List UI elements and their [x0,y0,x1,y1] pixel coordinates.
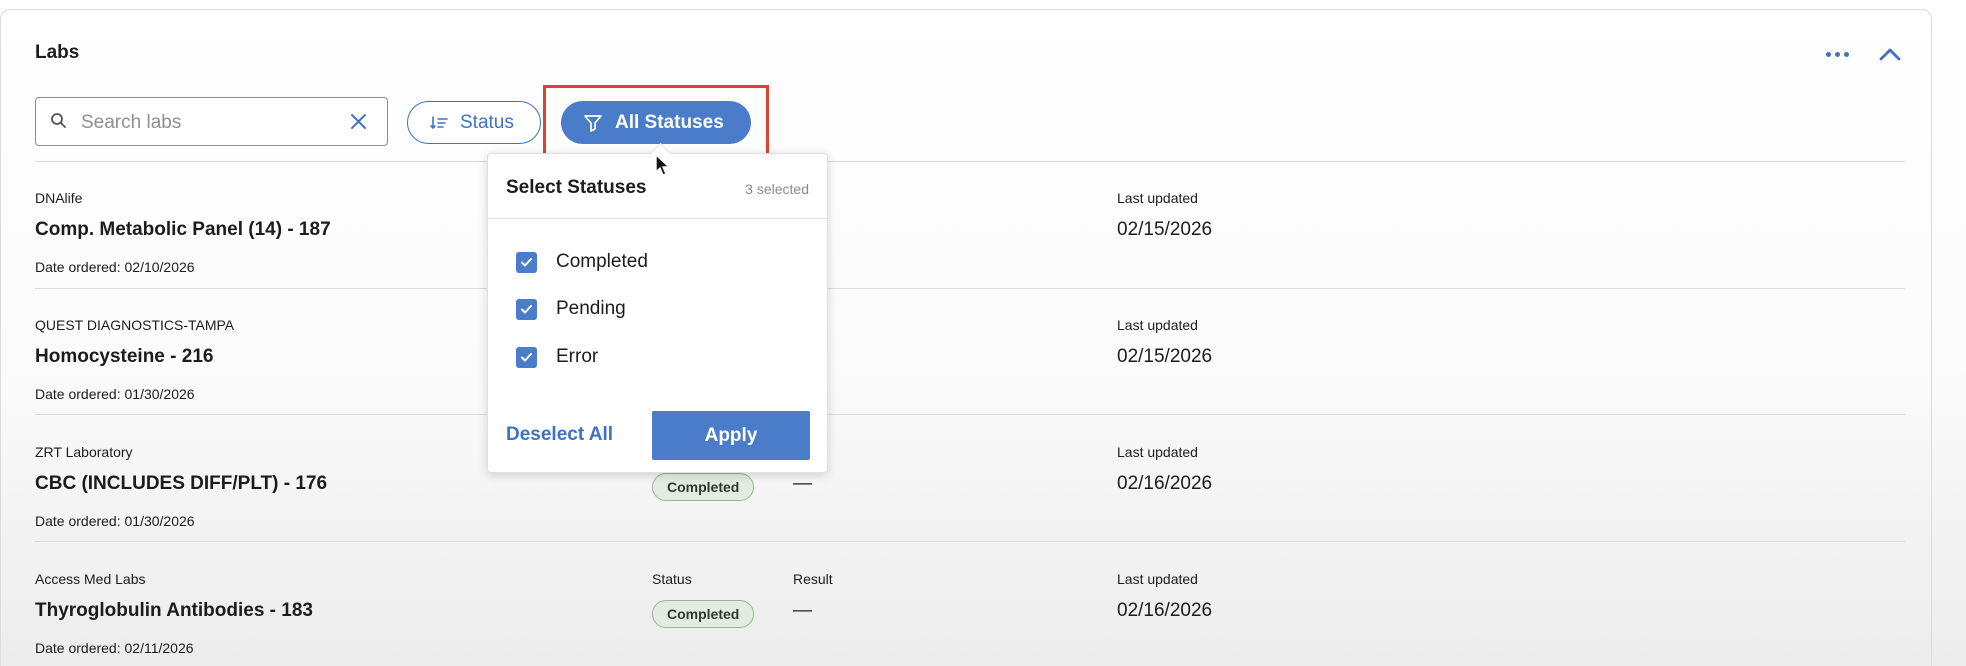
apply-button[interactable]: Apply [652,411,810,460]
last-updated-header: Last updated [1117,444,1198,460]
search-input[interactable]: Search labs [35,97,388,146]
option-label: Pending [556,298,626,319]
status-badge: Completed [652,600,755,628]
checkmark-icon [521,304,532,313]
option-label: Completed [556,251,648,272]
table-row[interactable]: DNAlife Comp. Metabolic Panel (14) - 187… [0,166,1932,292]
checkmark-icon [521,257,532,266]
result-header: Result [793,571,833,587]
last-updated-header: Last updated [1117,190,1198,206]
date-ordered: Date ordered: 01/30/2026 [35,513,195,529]
selected-count: 3 selected [745,181,809,197]
lab-name: QUEST DIAGNOSTICS-TAMPA [35,317,235,333]
mouse-cursor-icon [655,154,670,176]
checkbox[interactable] [516,298,537,320]
divider [35,288,1905,289]
last-updated-header: Last updated [1117,317,1198,333]
more-options-button[interactable] [1822,42,1852,66]
last-updated-value: 02/16/2026 [1117,600,1213,621]
status-option-completed[interactable]: Completed [516,249,648,275]
table-row[interactable]: ZRT Laboratory CBC (INCLUDES DIFF/PLT) -… [0,420,1932,546]
checkbox[interactable] [516,251,537,273]
dropdown-title: Select Statuses [506,177,647,198]
status-filter-dropdown: Select Statuses 3 selected Completed Pen… [487,153,828,473]
table-row[interactable]: QUEST DIAGNOSTICS-TAMPA Homocysteine - 2… [0,293,1932,419]
checkbox[interactable] [516,346,537,368]
lab-name: ZRT Laboratory [35,444,133,460]
test-name[interactable]: Thyroglobulin Antibodies - 183 [35,600,313,622]
chevron-up-icon [1879,48,1901,61]
more-horizontal-icon [1825,51,1831,57]
checkmark-icon [521,352,532,361]
option-label: Error [556,346,599,367]
last-updated-value: 02/16/2026 [1117,473,1213,494]
panel-title: Labs [35,42,80,63]
date-ordered: Date ordered: 02/10/2026 [35,259,195,275]
status-option-pending[interactable]: Pending [516,296,626,322]
lab-name: DNAlife [35,190,83,206]
status-option-error[interactable]: Error [516,344,598,370]
date-ordered: Date ordered: 01/30/2026 [35,386,195,402]
search-placeholder: Search labs [81,112,182,133]
last-updated-value: 02/15/2026 [1117,219,1213,240]
result-value: — [793,473,812,494]
sort-list-icon [430,115,448,129]
divider [35,414,1905,415]
last-updated-header: Last updated [1117,571,1198,587]
test-name[interactable]: Comp. Metabolic Panel (14) - 187 [35,219,331,241]
status-sort-button[interactable]: Status [407,101,541,144]
date-ordered: Date ordered: 02/11/2026 [35,640,194,656]
test-name[interactable]: Homocysteine - 216 [35,346,213,368]
table-row[interactable]: Access Med Labs Thyroglobulin Antibodies… [0,547,1932,666]
result-value: — [793,600,812,621]
divider [35,161,1905,162]
deselect-all-button[interactable]: Deselect All [506,424,613,446]
lab-name: Access Med Labs [35,571,146,587]
last-updated-value: 02/15/2026 [1117,346,1213,367]
status-button-label: Status [460,111,514,133]
close-icon[interactable] [346,109,372,135]
search-icon [51,113,66,128]
divider [35,541,1905,542]
collapse-panel-button[interactable] [1873,40,1907,68]
divider [488,218,827,219]
status-badge: Completed [652,473,755,501]
status-header: Status [652,571,692,587]
test-name[interactable]: CBC (INCLUDES DIFF/PLT) - 176 [35,473,327,495]
